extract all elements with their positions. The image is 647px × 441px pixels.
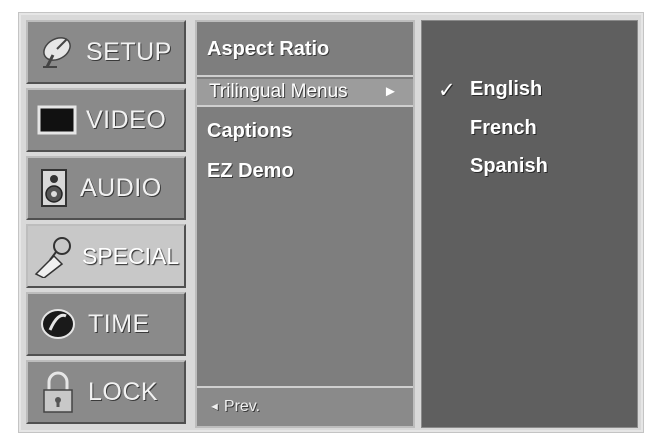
prev-label: Prev. (223, 398, 261, 415)
padlock-icon (28, 370, 88, 414)
tab-time[interactable]: TIME (26, 292, 186, 356)
language-submenu: ✓ English French Spanish (421, 20, 638, 428)
menu-item-trilingual-menus[interactable]: Trilingual Menus ► (197, 79, 413, 105)
menu-divider (197, 105, 413, 107)
tab-label: AUDIO (80, 173, 162, 202)
category-tabs: SETUP VIDEO AUDIO SPECIAL TIME LOCK (26, 20, 188, 425)
tab-video[interactable]: VIDEO (26, 88, 186, 152)
menu-item-label: Trilingual Menus (209, 81, 348, 102)
menu-item-ez-demo[interactable]: EZ Demo (207, 160, 294, 183)
tab-label: VIDEO (86, 105, 167, 134)
menu-divider (197, 75, 413, 77)
tv-screen-icon (28, 105, 86, 135)
tab-lock[interactable]: LOCK (26, 360, 186, 424)
checkmark-icon: ✓ (438, 79, 456, 102)
special-menu: Aspect Ratio Trilingual Menus ► Captions… (195, 20, 415, 428)
tab-setup[interactable]: SETUP (26, 20, 186, 84)
tab-label: SETUP (86, 37, 172, 66)
tab-audio[interactable]: AUDIO (26, 156, 186, 220)
speaker-icon (28, 168, 80, 208)
tab-label: LOCK (88, 377, 159, 406)
submenu-arrow-icon: ► (383, 83, 398, 100)
left-arrow-icon: ◄ (209, 401, 220, 413)
tab-label: TIME (88, 309, 150, 338)
option-spanish[interactable]: Spanish (470, 155, 548, 178)
menu-item-aspect-ratio[interactable]: Aspect Ratio (207, 38, 329, 61)
tab-label: SPECIAL (82, 242, 180, 269)
satellite-dish-icon (28, 35, 86, 69)
magic-wand-icon (28, 234, 82, 278)
clock-icon (28, 306, 88, 342)
option-french[interactable]: French (470, 117, 537, 140)
prev-button[interactable]: ◄ Prev. (197, 386, 413, 426)
option-english[interactable]: English (470, 78, 542, 101)
menu-item-captions[interactable]: Captions (207, 120, 293, 143)
tab-special[interactable]: SPECIAL (26, 224, 186, 288)
